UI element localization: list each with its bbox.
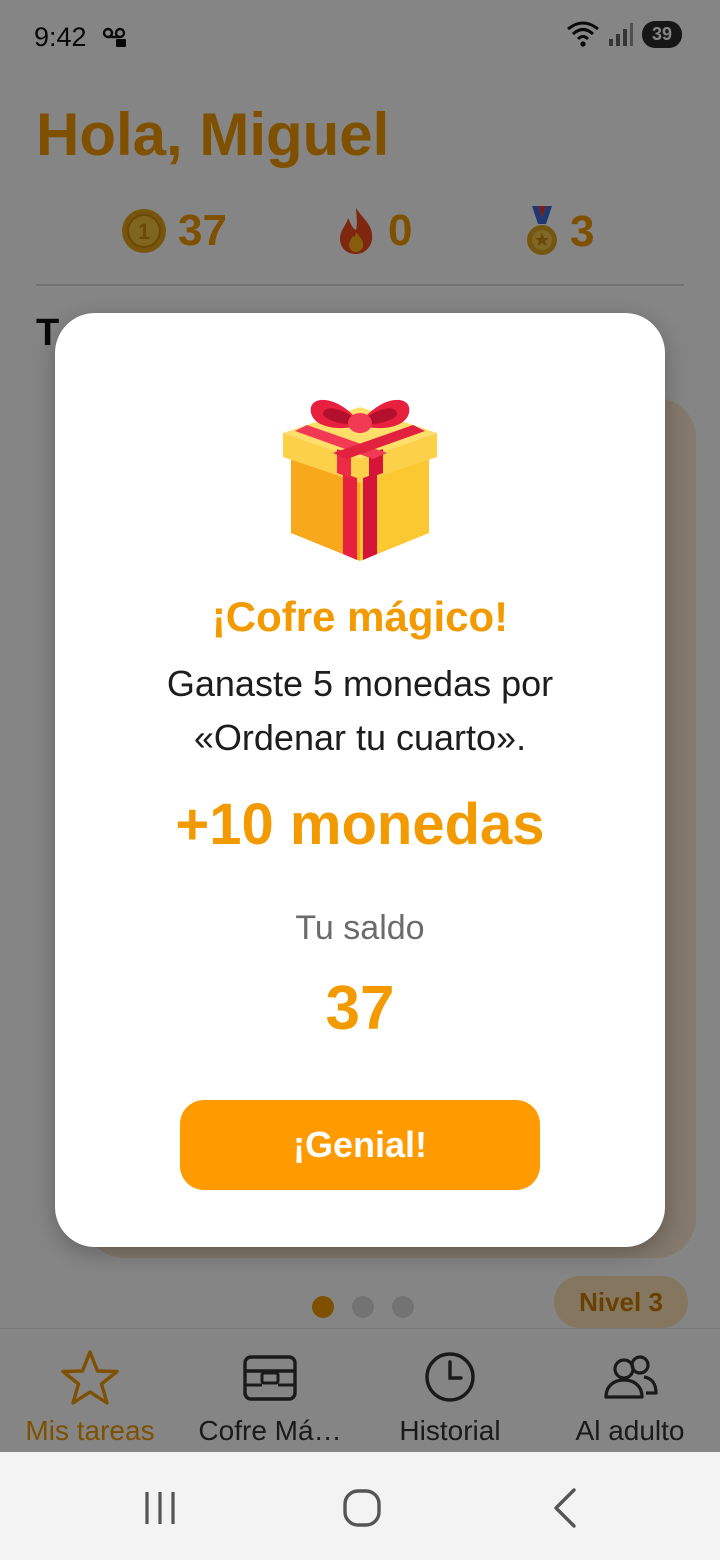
reward-dialog: ¡Cofre mágico! Ganaste 5 monedas por «Or… — [55, 313, 665, 1247]
dialog-message: Ganaste 5 monedas por «Ordenar tu cuarto… — [166, 663, 554, 758]
balance-label: Tu saldo — [295, 909, 425, 947]
gift-icon — [283, 399, 437, 561]
app-screen: 9:42 39 Hola, Miguel 1 37 0 3 T Nivel 3 … — [0, 0, 720, 1560]
reward-amount: +10 monedas — [175, 792, 545, 857]
dialog-title: ¡Cofre mágico! — [211, 593, 509, 640]
back-icon[interactable] — [534, 1480, 594, 1536]
balance-value: 37 — [325, 974, 395, 1043]
home-icon[interactable] — [332, 1480, 392, 1536]
confirm-button[interactable]: ¡Genial! — [180, 1100, 540, 1190]
system-nav-bar — [0, 1452, 720, 1560]
recent-apps-icon[interactable] — [130, 1480, 190, 1536]
